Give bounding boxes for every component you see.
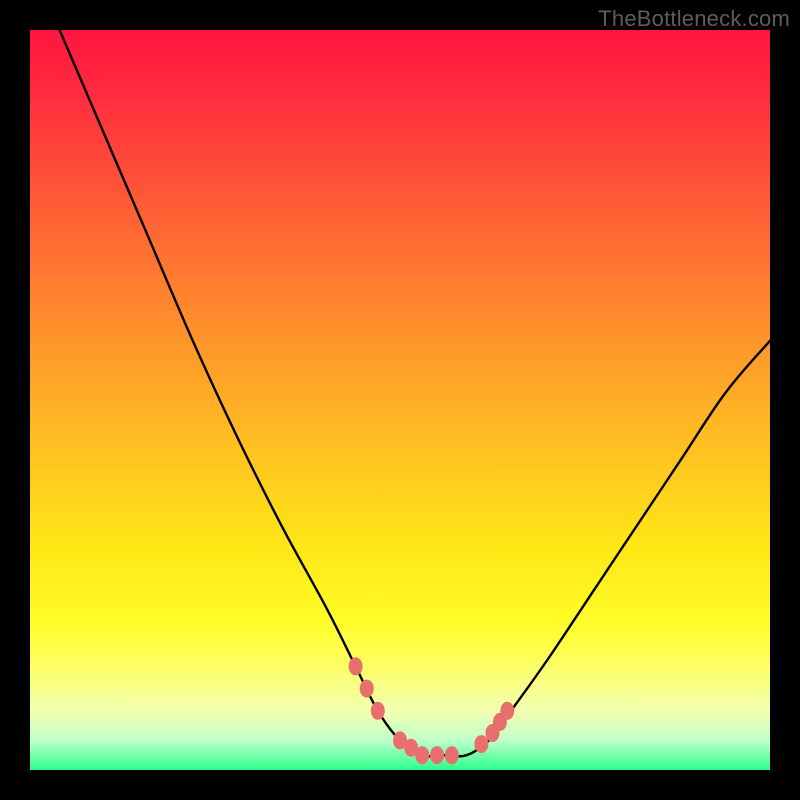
highlight-marker — [445, 747, 458, 764]
bottleneck-curve — [60, 30, 770, 756]
chart-frame: TheBottleneck.com — [0, 0, 800, 800]
watermark-text: TheBottleneck.com — [598, 6, 790, 32]
highlight-marker — [360, 680, 373, 697]
highlight-marker — [501, 702, 514, 719]
highlight-marker — [349, 658, 362, 675]
highlight-marker — [416, 747, 429, 764]
highlight-marker — [431, 747, 444, 764]
marker-group — [349, 658, 514, 764]
highlight-marker — [475, 736, 488, 753]
highlight-marker — [371, 702, 384, 719]
plot-area — [30, 30, 770, 770]
curve-svg — [30, 30, 770, 770]
